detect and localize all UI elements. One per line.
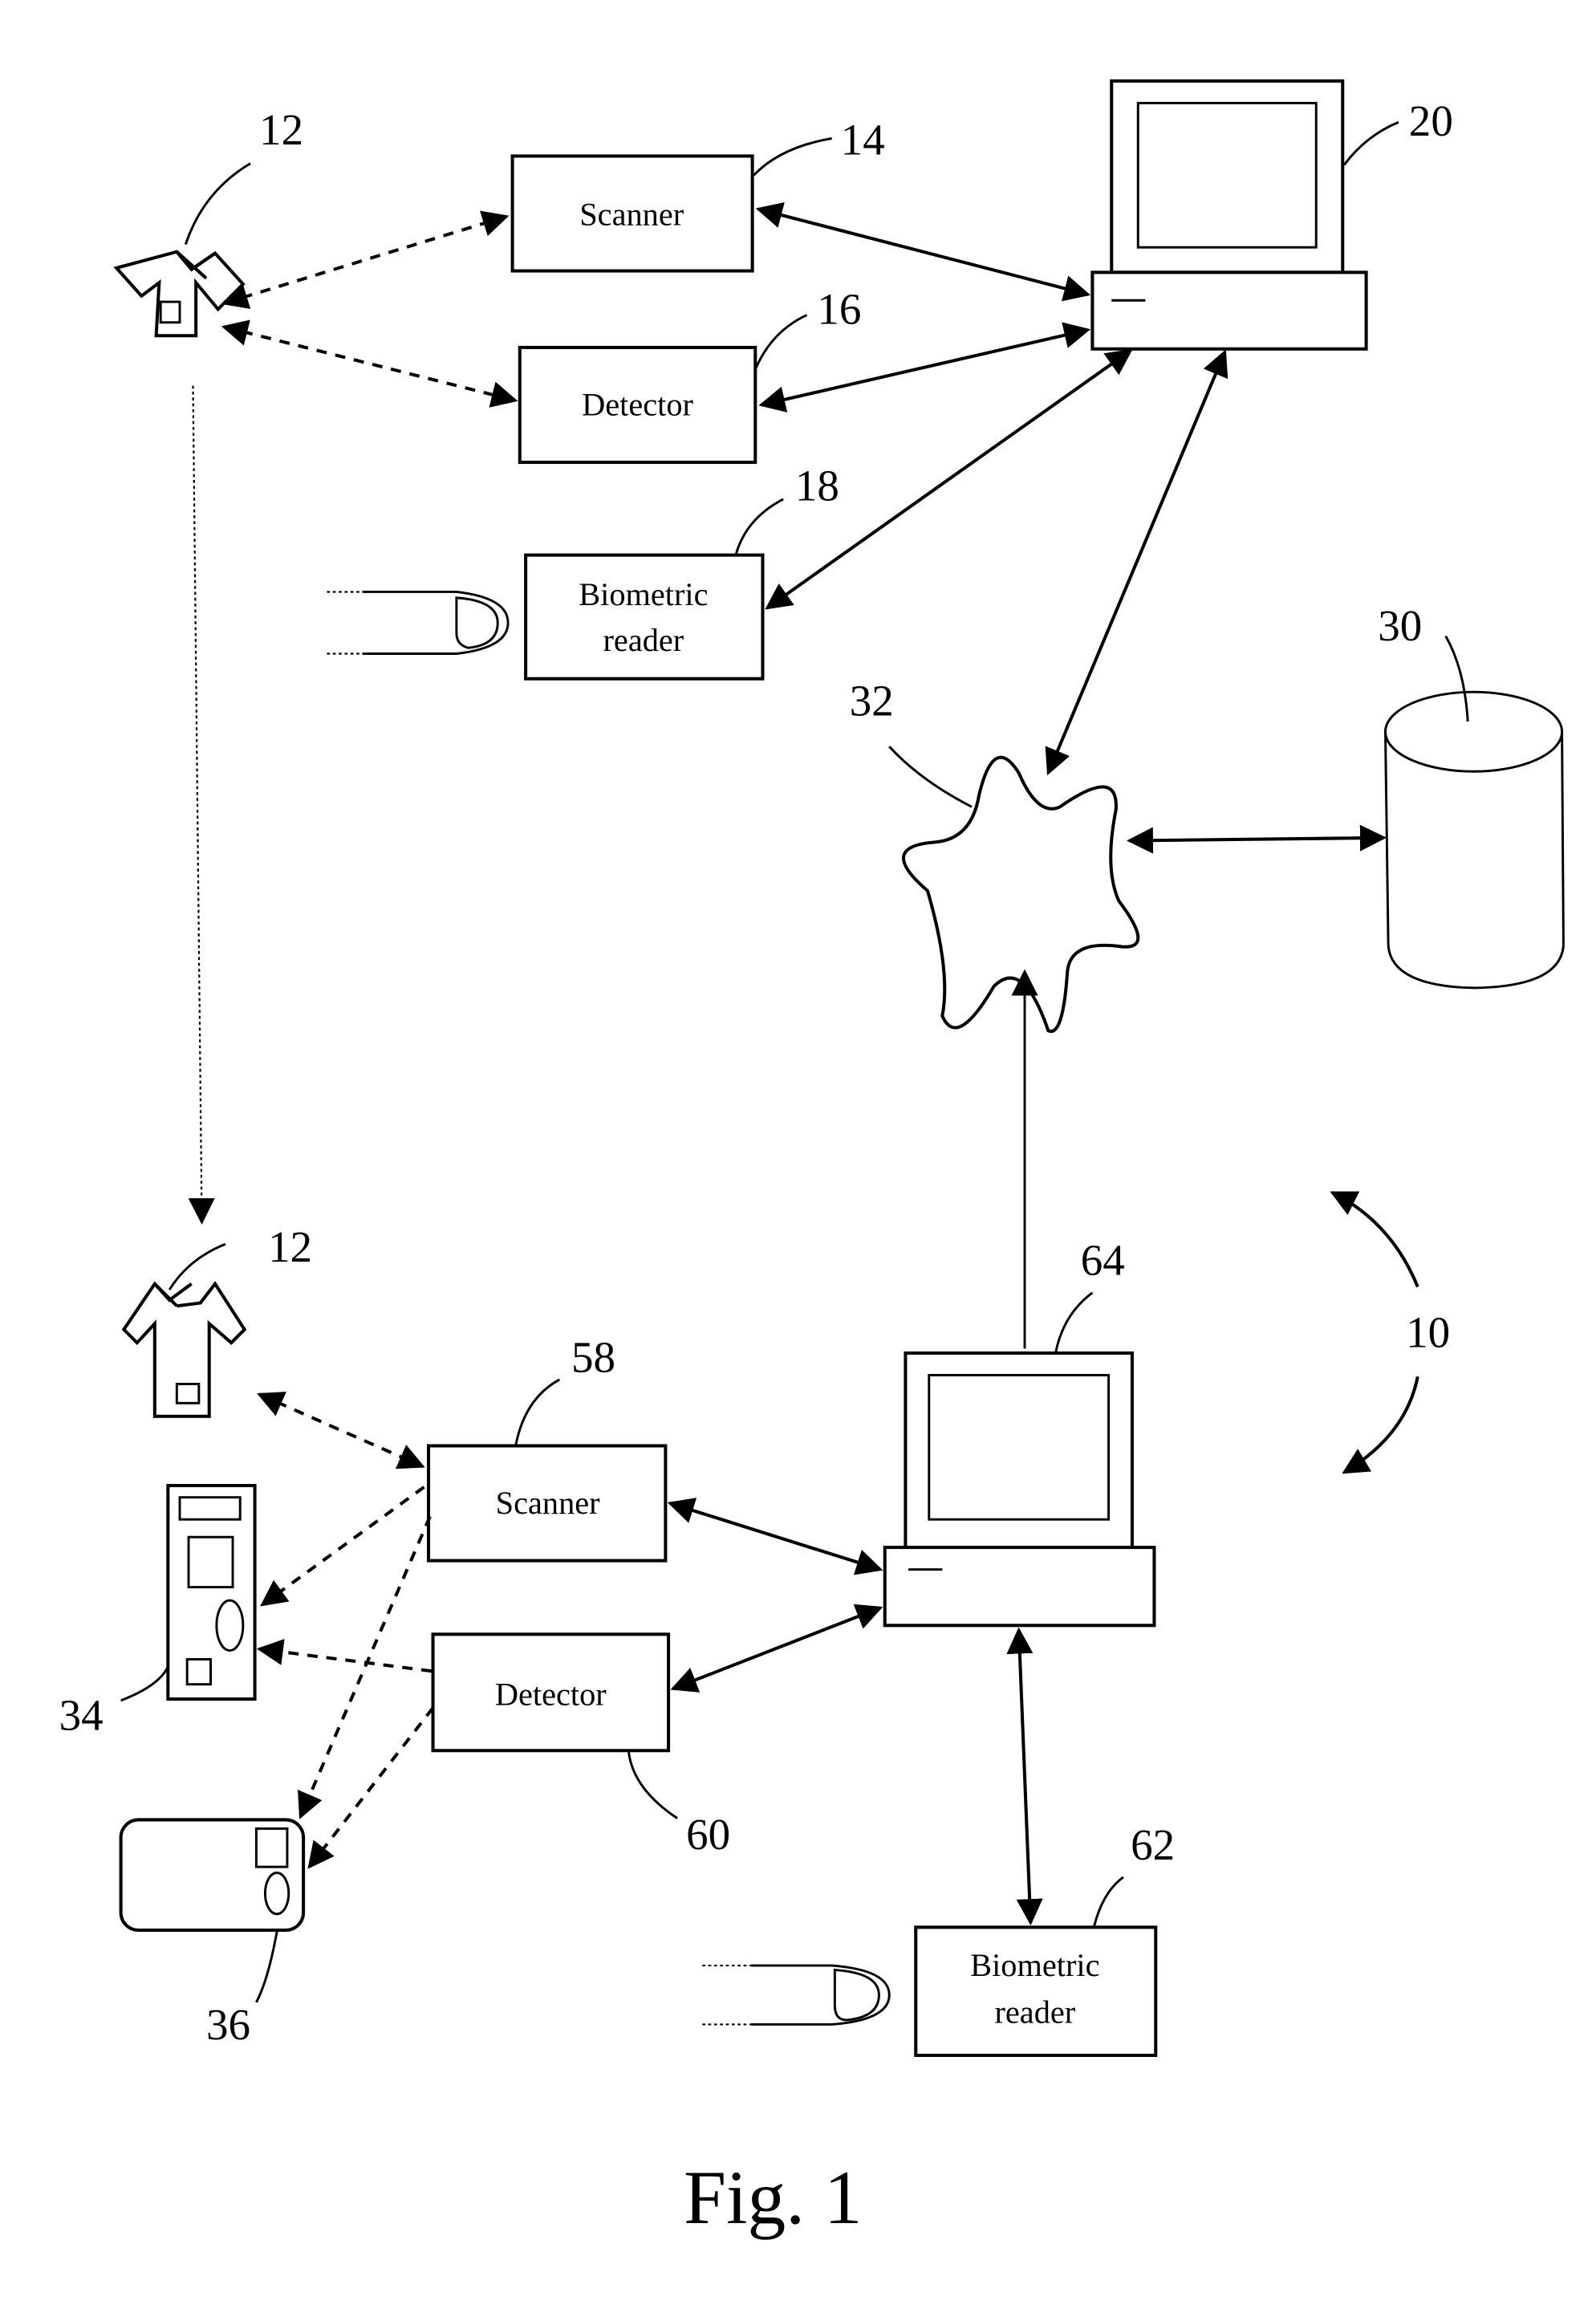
- biometric-reader-box-top: [524, 553, 765, 681]
- ref-18: 18: [795, 461, 839, 510]
- leader-line-64: [1054, 1291, 1094, 1354]
- ref-10: 10: [1406, 1308, 1450, 1357]
- link-detector-tall-device: [256, 1639, 432, 1673]
- leader-line-34: [120, 1665, 169, 1702]
- link-garment-scanner-bottom: [257, 1392, 425, 1470]
- tall-device-icon: [166, 1483, 257, 1701]
- ref-34: 34: [59, 1691, 104, 1740]
- ref-12-bottom: 12: [268, 1222, 312, 1271]
- computer-icon-bottom: [883, 1351, 1156, 1628]
- leader-line-20: [1342, 120, 1399, 166]
- link-detector-computer-bottom: [670, 1604, 883, 1693]
- network-cloud-icon: [902, 755, 1140, 1034]
- leader-line-12-bottom: [168, 1242, 226, 1291]
- scanner-label-bottom: Scanner: [496, 1485, 601, 1521]
- garment-icon-bottom: [121, 1281, 247, 1418]
- ref-14: 14: [841, 116, 885, 165]
- link-garment-detector-top: [221, 319, 518, 408]
- system-arrow-up: [1330, 1191, 1419, 1288]
- ref-60: 60: [686, 1810, 730, 1859]
- leader-line-18: [735, 498, 784, 555]
- ref-12-top: 12: [259, 105, 303, 154]
- transfer-arrow: [188, 385, 215, 1225]
- detector-label-bottom: Detector: [495, 1676, 607, 1712]
- scanner-label-top: Scanner: [579, 197, 684, 233]
- ref-30: 30: [1378, 601, 1422, 650]
- computer-icon-top: [1090, 79, 1368, 351]
- ref-58: 58: [571, 1333, 615, 1382]
- link-network-database: [1126, 824, 1387, 854]
- link-scanner-card-device: [298, 1515, 432, 1819]
- link-detector-computer-top: [758, 322, 1091, 413]
- biometric-label-line1-top: Biometric: [579, 576, 708, 612]
- leader-line-30: [1444, 635, 1469, 722]
- biometric-label-line1-bottom: Biometric: [970, 1947, 1099, 1983]
- link-detector-card-device: [307, 1706, 435, 1869]
- ref-62: 62: [1131, 1820, 1175, 1869]
- finger-icon-bottom: [702, 1964, 891, 2026]
- finger-icon-top: [327, 591, 510, 655]
- ref-36: 36: [206, 2000, 250, 2049]
- biometric-label-line2-bottom: reader: [994, 1994, 1075, 2030]
- patent-figure: 12 Scanner 14 Detector 16 Biometric read…: [59, 79, 1565, 2240]
- leader-line-60: [627, 1751, 678, 1819]
- database-icon: [1383, 690, 1565, 990]
- leader-line-16: [753, 314, 808, 371]
- ref-32: 32: [850, 677, 894, 726]
- biometric-label-line2-top: reader: [603, 622, 684, 658]
- leader-line-14: [753, 136, 832, 177]
- leader-line-62: [1092, 1876, 1124, 1928]
- ref-64: 64: [1081, 1236, 1125, 1285]
- system-arrow-down: [1342, 1376, 1419, 1474]
- figure-caption: Fig. 1: [684, 2155, 863, 2240]
- link-computer-network: [1045, 349, 1228, 776]
- leader-line-36: [255, 1931, 278, 2003]
- ref-16: 16: [817, 285, 861, 334]
- link-scanner-computer-top: [755, 201, 1091, 302]
- ref-20: 20: [1409, 96, 1453, 145]
- card-device-icon: [119, 1818, 306, 1933]
- garment-icon-top: [113, 250, 246, 338]
- leader-line-32: [888, 746, 973, 808]
- link-garment-scanner-top: [221, 210, 510, 309]
- link-computer-biometric-bottom: [1006, 1627, 1043, 1926]
- link-scanner-computer-bottom: [667, 1498, 883, 1575]
- detector-label-top: Detector: [582, 386, 693, 422]
- leader-line-58: [514, 1378, 561, 1448]
- leader-line-12-top: [184, 162, 251, 245]
